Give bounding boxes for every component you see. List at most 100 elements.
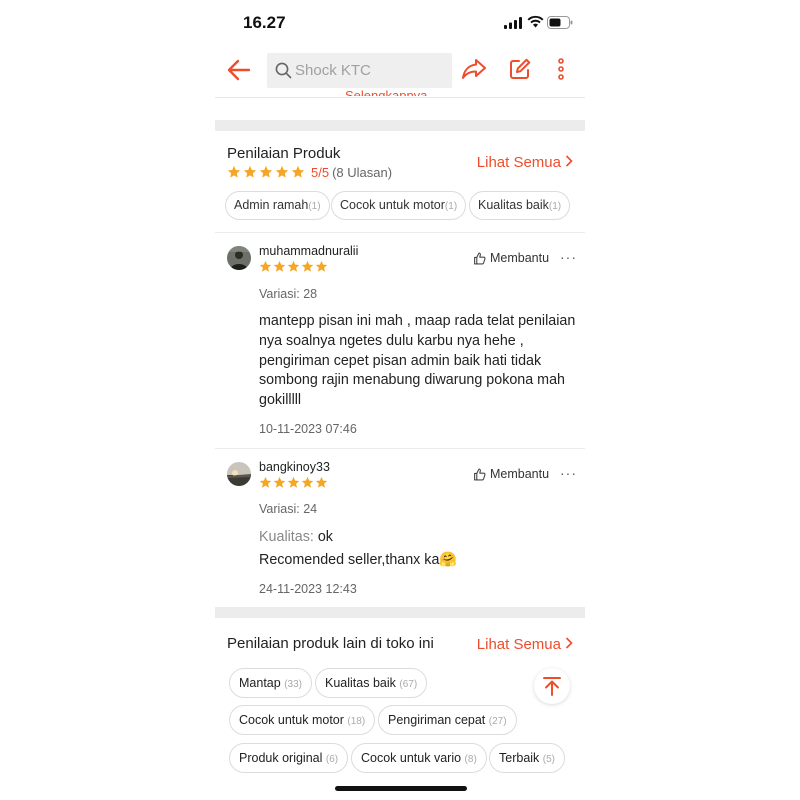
helpful-label: Membantu bbox=[490, 467, 550, 481]
star-icon bbox=[275, 165, 289, 179]
review-variant: Variasi: 28 bbox=[259, 287, 318, 301]
star-icon bbox=[273, 476, 286, 489]
helpful-button[interactable]: Membantu bbox=[473, 251, 549, 265]
rating-filter-chip[interactable]: Kualitas baik(1) bbox=[469, 191, 571, 220]
review-stars bbox=[259, 476, 329, 489]
search-icon bbox=[275, 62, 292, 84]
chip-label: Cocok untuk vario bbox=[361, 751, 462, 765]
share-button[interactable] bbox=[461, 57, 487, 86]
star-icon bbox=[259, 476, 272, 489]
review-more-button[interactable]: ··· bbox=[560, 465, 577, 481]
status-time: 16.27 bbox=[243, 13, 286, 32]
see-all-label: Lihat Semua bbox=[476, 154, 561, 171]
review-text: Recomended seller,thanx ka🤗 bbox=[259, 552, 458, 568]
review-count: (8 Ulasan) bbox=[332, 164, 393, 180]
review-more-button[interactable]: ··· bbox=[560, 249, 577, 265]
battery-icon bbox=[547, 16, 573, 34]
divider bbox=[215, 232, 585, 233]
star-icon bbox=[291, 165, 305, 179]
shop-rating-chip[interactable]: Produk original (6) bbox=[229, 743, 349, 773]
search-bar[interactable]: Shock KTC bbox=[267, 53, 452, 88]
star-icon bbox=[259, 260, 272, 273]
chip-label: Kualitas baik bbox=[325, 676, 396, 690]
chip-count: (6) bbox=[325, 754, 339, 765]
star-icon bbox=[315, 476, 328, 489]
shop-rating-chip[interactable]: Mantap (33) bbox=[229, 668, 312, 698]
chip-label: Admin ramah bbox=[234, 198, 309, 212]
see-all-ratings-link[interactable]: Lihat Semua bbox=[477, 154, 573, 171]
review-date: 10-11-2023 07:46 bbox=[259, 422, 357, 436]
arrow-up-to-top-icon bbox=[543, 677, 561, 696]
chip-count: (1) bbox=[548, 201, 562, 212]
see-all-shop-ratings-link[interactable]: Lihat Semua bbox=[477, 636, 573, 653]
thumbs-up-icon bbox=[474, 252, 486, 264]
helpful-label: Membantu bbox=[490, 251, 550, 265]
edit-button[interactable] bbox=[508, 57, 532, 86]
chip-count: (1) bbox=[444, 201, 458, 212]
chip-count: (8) bbox=[464, 754, 477, 765]
chip-label: Kualitas baik bbox=[478, 198, 549, 212]
thumbs-up-icon bbox=[474, 468, 486, 480]
avatar[interactable] bbox=[227, 462, 251, 486]
reviewer-username: muhammadnuralii bbox=[259, 244, 359, 258]
review-date: 24-11-2023 12:43 bbox=[259, 582, 357, 596]
chip-label: Pengiriman cepat bbox=[388, 713, 486, 727]
home-indicator[interactable] bbox=[335, 786, 467, 791]
helpful-button[interactable]: Membantu bbox=[473, 467, 549, 481]
back-arrow-icon bbox=[227, 59, 251, 81]
shop-rating-chip[interactable]: Kualitas baik (67) bbox=[315, 668, 428, 698]
reviewer-username: bangkinoy33 bbox=[259, 460, 330, 474]
rating-section-title: Penilaian Produk bbox=[227, 145, 341, 162]
chip-label: Terbaik bbox=[499, 751, 540, 765]
shop-rating-chip[interactable]: Terbaik (5) bbox=[489, 743, 566, 773]
divider bbox=[215, 448, 585, 449]
star-icon bbox=[243, 165, 257, 179]
review-stars bbox=[259, 260, 329, 273]
section-separator bbox=[215, 607, 585, 618]
scroll-to-top-button[interactable] bbox=[534, 668, 570, 704]
chip-count: (27) bbox=[488, 716, 507, 727]
chip-count: (5) bbox=[542, 754, 556, 765]
chip-count: (67) bbox=[399, 679, 418, 690]
back-button[interactable] bbox=[225, 56, 253, 84]
chip-label: Mantap bbox=[239, 676, 281, 690]
see-more-link[interactable]: Selengkapnya bbox=[345, 88, 427, 96]
review-text: mantepp pisan ini mah , maap rada telat … bbox=[259, 313, 576, 409]
product-rating-summary: 5/5 (8 Ulasan) bbox=[227, 164, 392, 180]
star-icon bbox=[227, 165, 241, 179]
share-icon bbox=[462, 59, 486, 79]
shop-rating-chip[interactable]: Pengiriman cepat (27) bbox=[378, 705, 517, 735]
more-options-button[interactable] bbox=[554, 57, 568, 86]
review-quality: Kualitas: ok bbox=[259, 528, 579, 548]
avatar[interactable] bbox=[227, 246, 251, 270]
cellular-signal-icon bbox=[504, 16, 522, 34]
rating-filter-chip[interactable]: Admin ramah(1) bbox=[225, 191, 330, 220]
chip-label: Cocok untuk motor bbox=[340, 198, 445, 212]
quality-value: ok bbox=[317, 529, 333, 545]
status-bar: 16.27 bbox=[215, 0, 585, 44]
phone-screen: 16.27 Shock KTC Selengkapnya Penilaian P… bbox=[215, 0, 585, 800]
chip-count: (1) bbox=[308, 201, 321, 212]
rating-filter-chip[interactable]: Cocok untuk motor(1) bbox=[331, 191, 467, 220]
search-placeholder: Shock KTC bbox=[295, 62, 371, 79]
vertical-dots-icon bbox=[558, 58, 564, 80]
header-divider bbox=[215, 97, 585, 98]
star-icon bbox=[301, 476, 314, 489]
star-icon bbox=[315, 260, 328, 273]
shop-ratings-title: Penilaian produk lain di toko ini bbox=[227, 635, 434, 652]
chevron-right-icon bbox=[565, 636, 573, 653]
star-icon bbox=[287, 476, 300, 489]
star-icon bbox=[301, 260, 314, 273]
chip-count: (33) bbox=[284, 679, 302, 690]
chip-label: Produk original bbox=[239, 751, 323, 765]
star-icon bbox=[259, 165, 273, 179]
rating-score: 5/5 bbox=[311, 164, 330, 180]
wifi-icon bbox=[527, 15, 544, 33]
star-icon bbox=[287, 260, 300, 273]
edit-icon bbox=[510, 58, 531, 79]
shop-rating-chip[interactable]: Cocok untuk vario (8) bbox=[351, 743, 487, 773]
chip-count: (18) bbox=[347, 716, 366, 727]
shop-rating-chip[interactable]: Cocok untuk motor (18) bbox=[229, 705, 376, 735]
see-all-label: Lihat Semua bbox=[476, 636, 561, 653]
chevron-right-icon bbox=[565, 154, 573, 171]
